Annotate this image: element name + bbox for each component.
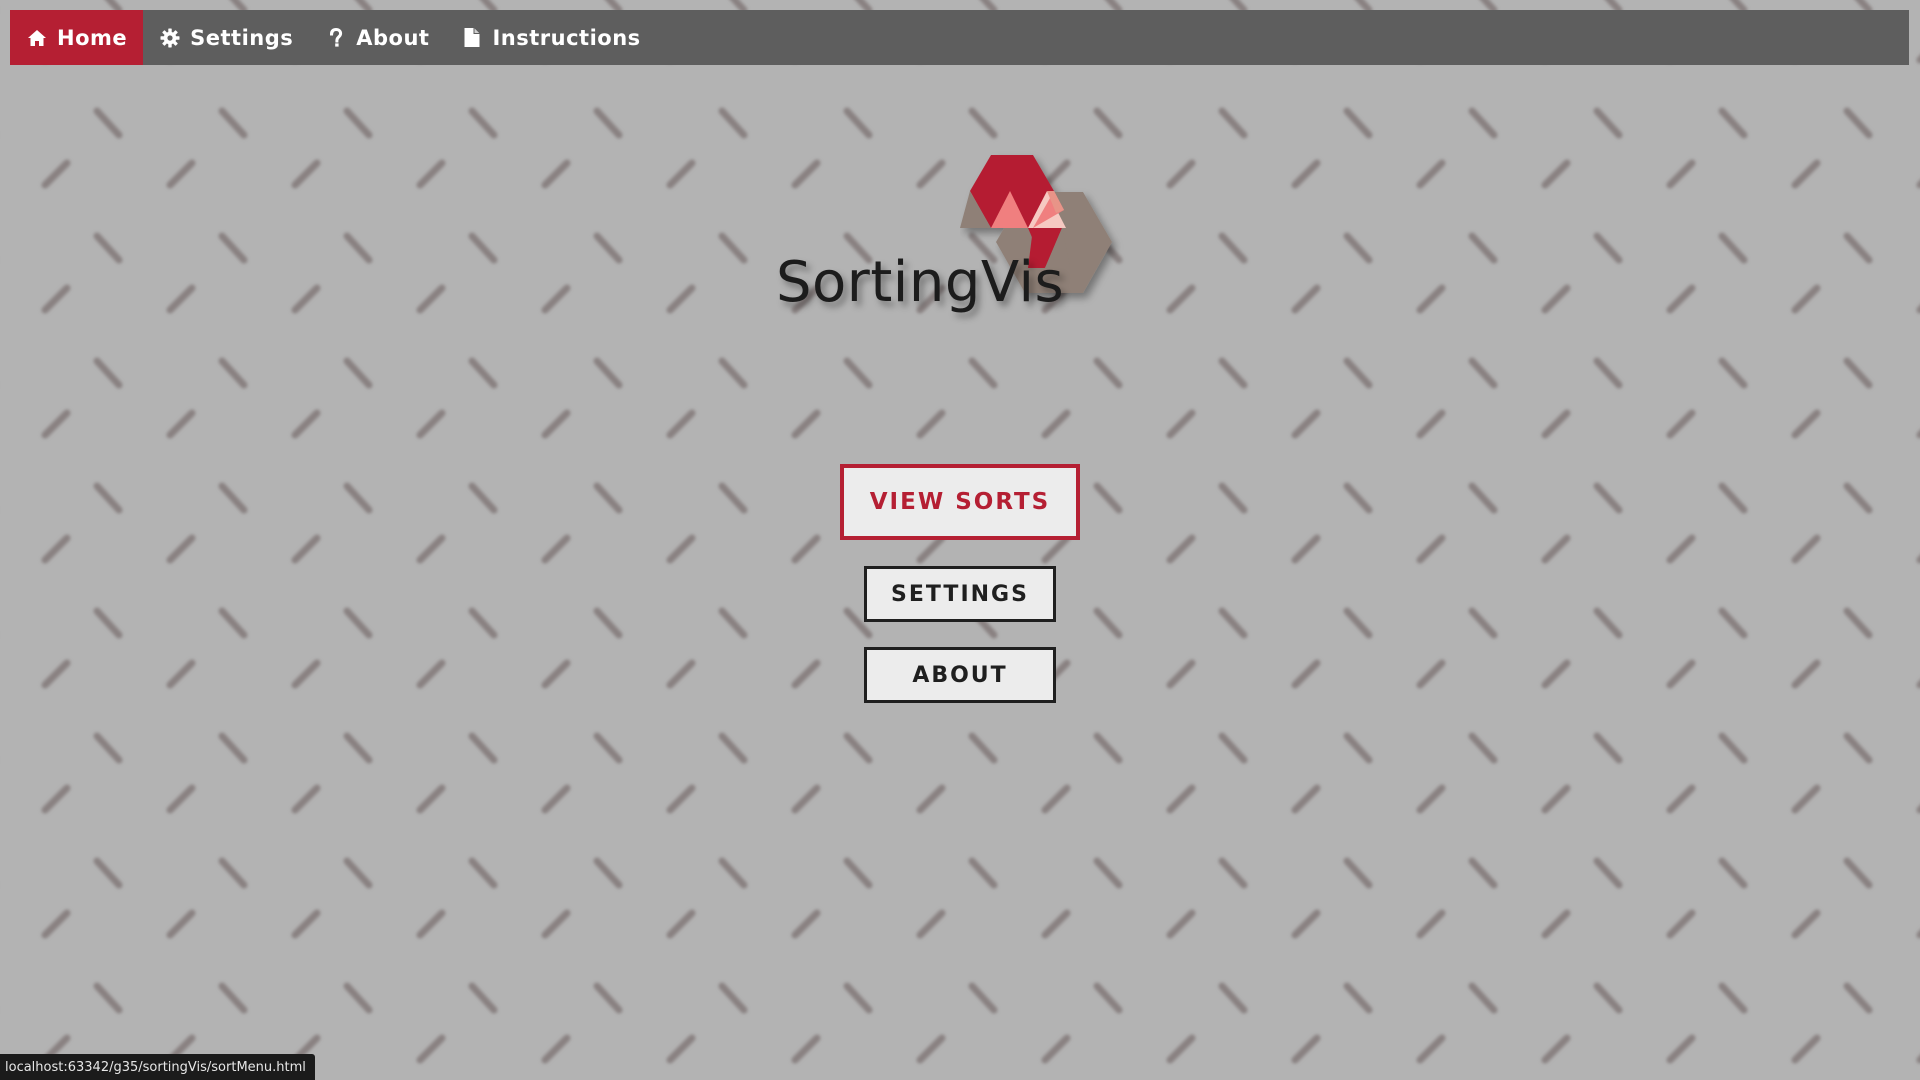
browser-status-url: localhost:63342/g35/sortingVis/sortMenu.… [0,1054,315,1080]
document-icon [461,27,483,49]
sortingvis-logo: SortingVis [770,150,1150,320]
nav-settings-label: Settings [190,25,294,50]
gear-icon [159,27,181,49]
nav-home[interactable]: Home [10,10,144,65]
nav-about[interactable]: About [309,10,445,65]
view-sorts-button[interactable]: VIEW SORTS [840,464,1080,540]
nav-settings[interactable]: Settings [143,10,309,65]
top-navbar: Home Settings About Instructions [10,10,1909,65]
question-icon [325,27,347,49]
settings-button[interactable]: SETTINGS [864,566,1056,622]
nav-about-label: About [356,25,430,50]
nav-instructions-label: Instructions [492,25,641,50]
about-button[interactable]: ABOUT [864,647,1056,703]
logo-text: SortingVis [776,250,1065,315]
nav-instructions[interactable]: Instructions [445,10,656,65]
home-icon [26,27,48,49]
nav-home-label: Home [57,25,128,50]
